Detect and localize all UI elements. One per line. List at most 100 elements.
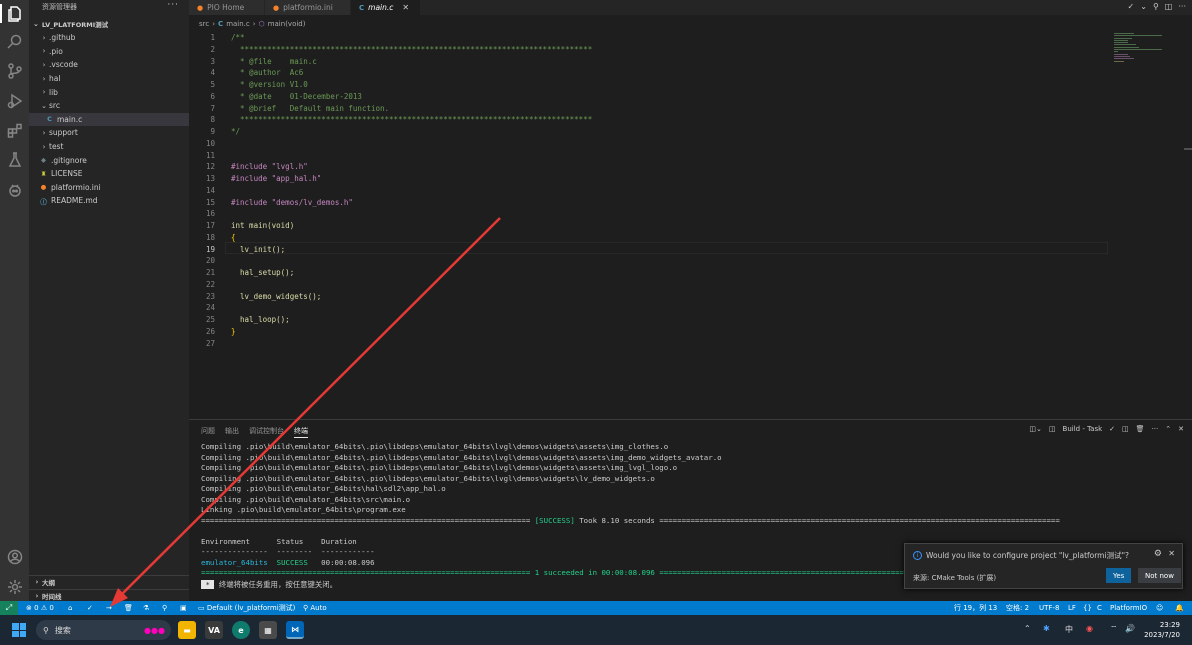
tree-item-license[interactable]: ♜ LICENSE	[29, 167, 189, 181]
split-terminal-icon[interactable]: ◫	[1122, 425, 1129, 433]
platformio-icon[interactable]	[5, 180, 24, 199]
maximize-panel-icon[interactable]: ⌃	[1165, 425, 1171, 433]
wifi-icon[interactable]: ⌔	[1110, 624, 1118, 634]
more-actions-icon[interactable]: ···	[1152, 425, 1159, 433]
cursor-position[interactable]: 行 19，列 13	[954, 601, 997, 615]
taskbar-search[interactable]: ⚲ 搜索 ●●●	[36, 620, 171, 640]
explorer-icon[interactable]	[0, 4, 24, 23]
env-duration: 00:00:08.096	[321, 557, 375, 567]
pio-clean-icon[interactable]: 🗑	[124, 601, 133, 615]
encoding[interactable]: UTF-8	[1039, 601, 1059, 615]
breadcrumb-folder[interactable]: src	[199, 20, 209, 28]
close-icon[interactable]: ✕	[1168, 549, 1175, 558]
editor-scrollbar[interactable]	[1184, 148, 1192, 150]
breadcrumb-file[interactable]: main.c	[226, 20, 250, 28]
breadcrumb-symbol[interactable]: main(void)	[268, 20, 306, 28]
vscode-app-icon[interactable]: ⋈	[286, 621, 304, 639]
va-app-icon[interactable]: VA	[205, 621, 223, 639]
volume-icon[interactable]: 🔊	[1125, 624, 1135, 633]
check-icon[interactable]: ✓	[1109, 425, 1115, 433]
check-icon[interactable]: ✓	[1128, 2, 1135, 11]
not-now-button[interactable]: Not now	[1138, 568, 1181, 583]
tree-item-support[interactable]: › support	[29, 126, 189, 140]
task-selector[interactable]: Build - Task	[1063, 425, 1103, 433]
chevron-right-icon: ›	[35, 578, 39, 587]
testing-icon[interactable]	[5, 150, 24, 169]
end-of-line[interactable]: LF	[1068, 601, 1076, 615]
pio-alien-icon[interactable]: ⚲	[1153, 2, 1159, 11]
problems-counter[interactable]: ⊗ 0 ⚠ 0	[26, 601, 54, 615]
tree-item-gitignore[interactable]: ◆ .gitignore	[29, 153, 189, 167]
error-icon: ⊗	[26, 604, 32, 612]
pio-terminal-icon[interactable]: ▣	[180, 601, 187, 615]
tray-ime-icon[interactable]: ◉	[1086, 624, 1093, 633]
minimap[interactable]	[1114, 33, 1174, 63]
pio-upload-icon[interactable]: →	[106, 601, 112, 615]
tab-terminal[interactable]: 终端	[294, 426, 308, 438]
outline-section[interactable]: › 大纲	[29, 575, 189, 589]
layout-icon[interactable]: ◫⌄	[1029, 425, 1041, 433]
divider-text: ========================================…	[201, 568, 531, 577]
yes-button[interactable]: Yes	[1106, 568, 1132, 583]
indentation[interactable]: 空格: 2	[1006, 601, 1029, 615]
pio-monitor-icon[interactable]: ⚲	[162, 601, 167, 615]
tree-item-readme[interactable]: ⓘ README.md	[29, 194, 189, 208]
tab-pio-home[interactable]: ● PIO Home	[189, 0, 265, 15]
gear-icon[interactable]: ⚙	[1154, 549, 1162, 559]
c-file-icon: C	[218, 20, 224, 28]
tree-item-test[interactable]: › test	[29, 140, 189, 154]
close-icon[interactable]: ✕	[1178, 425, 1184, 433]
input-language[interactable]: 中	[1065, 624, 1073, 635]
close-icon[interactable]: ✕	[402, 3, 409, 12]
chevron-down-icon[interactable]: ⌄	[1140, 2, 1147, 11]
remote-icon[interactable]: ⤢	[0, 601, 18, 615]
more-actions-icon[interactable]: ···	[1178, 2, 1186, 11]
windows-start-icon[interactable]	[12, 623, 26, 637]
calculator-icon[interactable]: ▦	[259, 621, 277, 639]
info-file-icon: ⓘ	[40, 197, 47, 206]
extensions-icon[interactable]	[5, 121, 24, 140]
code-line: #include "lvgl.h"	[231, 162, 308, 171]
tree-item-hal[interactable]: › hal	[29, 72, 189, 86]
bell-icon[interactable]: 🔔	[1175, 601, 1184, 615]
pio-test-icon[interactable]: ⚗	[143, 601, 149, 615]
feedback-icon[interactable]: ☺	[1156, 601, 1163, 615]
platformio-status[interactable]: PlatformIO	[1110, 601, 1147, 615]
explorer-more-actions-icon[interactable]: ···	[167, 0, 179, 10]
port-auto-selector[interactable]: ⚲ Auto	[303, 601, 327, 615]
pio-build-icon[interactable]: ✓	[87, 601, 93, 615]
tree-item-platformio-ini[interactable]: ● platformio.ini	[29, 181, 189, 195]
project-env-selector[interactable]: ▭ Default (lv_platformi测试)	[198, 601, 295, 615]
tree-item-src[interactable]: ⌄ src	[29, 99, 189, 113]
tree-item-main-c[interactable]: C main.c	[29, 112, 189, 127]
trash-icon[interactable]: 🗑	[1136, 425, 1145, 433]
file-explorer-icon[interactable]: ▬	[178, 621, 196, 639]
search-highlight-icon: ●●●	[144, 625, 165, 635]
language-mode[interactable]: C	[1097, 601, 1102, 615]
tab-problems[interactable]: 问题	[201, 426, 215, 438]
code-editor[interactable]: 1 2 3 4 5 6 7 8 9 10 11 12 13 14 15 16 17 18 19 20 21 22 23 24 2…	[189, 31, 1192, 416]
code-line: {	[231, 233, 236, 242]
info-icon: i	[913, 551, 922, 560]
edge-browser-icon[interactable]: e	[232, 621, 250, 639]
tab-main-c[interactable]: C main.c ✕	[351, 0, 421, 15]
settings-gear-icon[interactable]	[5, 577, 24, 596]
search-icon[interactable]	[5, 32, 24, 51]
tray-app-icon[interactable]: ✱	[1043, 624, 1050, 633]
tab-platformio-ini[interactable]: ● platformio.ini	[265, 0, 351, 15]
tab-debug-console[interactable]: 调试控制台	[249, 426, 284, 438]
tray-chevron-icon[interactable]: ⌃	[1024, 624, 1031, 633]
tree-item-lib[interactable]: › lib	[29, 85, 189, 99]
split-editor-icon[interactable]: ◫	[1165, 2, 1173, 11]
source-control-icon[interactable]	[5, 61, 24, 80]
pio-home-icon[interactable]: ⌂	[68, 601, 72, 615]
tree-item-github[interactable]: › .github	[29, 31, 189, 45]
braces-icon[interactable]: {}	[1083, 601, 1092, 615]
project-folder-header[interactable]: ⌄ LV_PLATFORMI测试	[29, 18, 189, 30]
tab-output[interactable]: 输出	[225, 426, 239, 438]
tree-item-pio[interactable]: › .pio	[29, 45, 189, 59]
account-icon[interactable]	[5, 547, 24, 566]
tree-item-vscode[interactable]: › .vscode	[29, 58, 189, 72]
run-debug-icon[interactable]	[5, 91, 24, 110]
taskbar-clock[interactable]: 23:29 2023/7/20	[1144, 620, 1180, 640]
